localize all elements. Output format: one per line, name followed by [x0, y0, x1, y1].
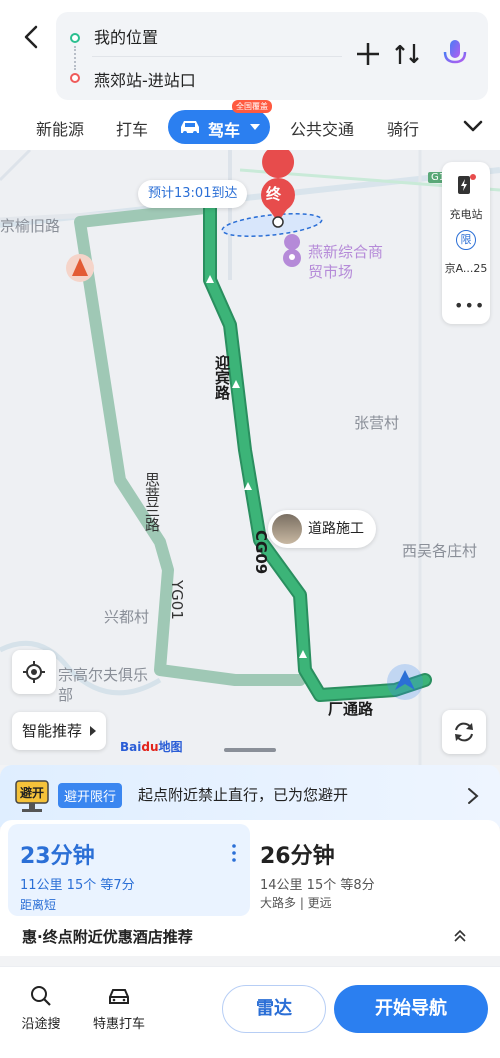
tab-drive[interactable]: 驾车	[168, 110, 270, 144]
notice-text: 起点附近禁止直行，已为您避开	[138, 786, 349, 804]
taxi-icon	[109, 989, 129, 1004]
locate-button[interactable]	[12, 650, 56, 694]
bottom-bar: 沿途搜 特惠打车 雷达 开始导航	[0, 966, 500, 1058]
route-time: 26分钟	[260, 844, 335, 869]
route-header: 我的位置 燕郊站-进站口 新能源 打车 驾车 全国覆盖 公共交通 骑行	[0, 0, 500, 150]
search-icon	[31, 986, 51, 1006]
voice-mic-icon[interactable]	[440, 38, 470, 70]
chevron-down-icon[interactable]	[462, 116, 484, 136]
tab-cycling[interactable]: 骑行	[387, 116, 419, 140]
dropdown-caret-icon	[250, 124, 260, 130]
back-arrow-icon[interactable]	[18, 22, 48, 52]
destination-field[interactable]: 燕郊站-进站口	[94, 67, 196, 91]
drag-handle[interactable]	[224, 748, 276, 752]
swap-icon[interactable]	[394, 40, 422, 68]
along-search-label: 沿途搜	[21, 1017, 61, 1032]
divider	[92, 56, 342, 57]
car-icon	[181, 121, 199, 135]
place-label: 兴都村	[104, 608, 150, 626]
refresh-icon	[455, 722, 473, 742]
route-info: 11公里 15个 等7分	[20, 878, 135, 893]
tab-public-transit[interactable]: 公共交通	[290, 116, 354, 140]
restriction-label[interactable]: 京A...25	[442, 260, 490, 276]
route-tag: 大路多 | 更远	[260, 896, 332, 910]
map-side-panel: 充电站 限 京A...25 •••	[442, 162, 490, 324]
transport-modes: 新能源 打车 驾车 全国覆盖 公共交通 骑行	[0, 100, 500, 146]
charging-station-icon[interactable]	[456, 174, 476, 196]
route-options: 23分钟 11公里 15个 等7分 距离短 26分钟 14公里 15个 等8分 …	[0, 820, 500, 920]
origin-dot-icon	[70, 33, 80, 43]
place-label: 西吴各庄村	[402, 542, 478, 560]
tab-taxi[interactable]: 打车	[116, 116, 148, 140]
route-info: 14公里 15个 等8分	[260, 878, 375, 893]
place-label: 宗高尔夫俱乐部	[58, 666, 149, 704]
locate-icon	[23, 661, 45, 683]
radar-button[interactable]: 雷达	[222, 985, 326, 1033]
taxi-deal-button[interactable]: 特惠打车	[84, 985, 154, 1032]
along-search-button[interactable]: 沿途搜	[6, 985, 76, 1032]
restriction-notice[interactable]: 避开 避开限行 起点附近禁止直行，已为您避开	[0, 765, 500, 827]
road-label: 思菩兰路	[143, 472, 161, 532]
road-label: 迎宾路	[213, 355, 231, 400]
place-label: 张营村	[354, 414, 400, 432]
road-label: 厂通路	[328, 700, 374, 718]
construction-bubble[interactable]: 道路施工	[268, 510, 376, 548]
route-inputs: 我的位置 燕郊站-进站口	[56, 12, 488, 100]
charging-station-label[interactable]: 充电站	[442, 206, 490, 222]
eta-bubble: 预计13:01到达	[138, 180, 248, 208]
refresh-button[interactable]	[442, 710, 486, 754]
tab-new-energy[interactable]: 新能源	[36, 116, 84, 140]
hotel-recommend-text: 惠·终点附近优惠酒店推荐	[22, 928, 193, 946]
origin-field[interactable]: 我的位置	[94, 24, 158, 48]
route-tag: 距离短	[20, 898, 57, 912]
baidu-map-logo: Baidu地图	[120, 740, 183, 754]
route-time: 23分钟	[20, 844, 95, 869]
taxi-deal-label: 特惠打车	[92, 1017, 145, 1032]
chevron-up-double-icon[interactable]	[452, 928, 468, 944]
smart-recommend-button[interactable]: 智能推荐	[12, 712, 107, 750]
map-view[interactable]: 京榆旧路 迎宾路 CG09 思菩兰路 YG01 厂通路 G1 张营村 西吴各庄村…	[0, 150, 500, 765]
more-icon[interactable]: •••	[454, 296, 485, 315]
route-connector	[74, 46, 76, 70]
add-waypoint-icon[interactable]	[354, 40, 382, 68]
destination-dot-icon	[70, 73, 80, 83]
construction-label: 道路施工	[308, 521, 364, 537]
destination-marker[interactable]: 终	[266, 183, 281, 204]
poi-label[interactable]: 燕新综合商贸市场	[308, 242, 388, 282]
tab-drive-label: 驾车	[208, 121, 241, 140]
play-arrow-icon	[90, 726, 97, 736]
road-label: YG01	[168, 580, 186, 620]
coverage-badge: 全国覆盖	[232, 100, 272, 113]
avoid-sign-text: 避开	[20, 786, 45, 800]
avoid-restriction-tag: 避开限行	[58, 783, 123, 808]
route-option-selected[interactable]: 23分钟 11公里 15个 等7分 距离短	[8, 824, 250, 916]
road-label: 京榆旧路	[0, 217, 61, 235]
hotel-recommend[interactable]: 惠·终点附近优惠酒店推荐	[0, 920, 500, 956]
start-navigation-button[interactable]: 开始导航	[334, 985, 488, 1033]
restriction-icon[interactable]: 限	[456, 230, 476, 250]
chevron-right-icon[interactable]	[466, 787, 480, 805]
construction-thumbnail	[272, 514, 302, 544]
road-label: CG09	[252, 530, 270, 575]
smart-recommend-label: 智能推荐	[22, 722, 83, 740]
more-vertical-icon[interactable]	[232, 844, 236, 862]
